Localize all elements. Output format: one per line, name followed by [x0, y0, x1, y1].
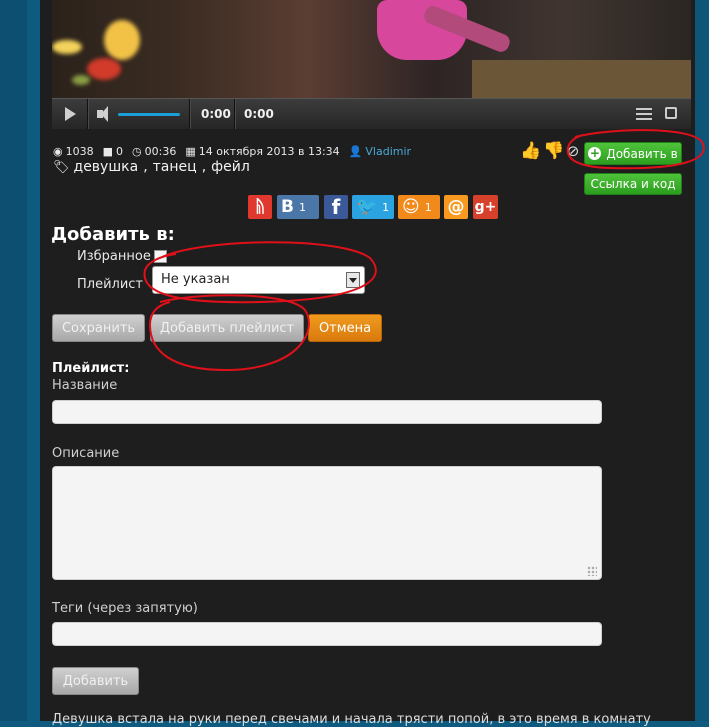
comments-count: ■ 0 [103, 145, 123, 158]
fullscreen-icon[interactable] [665, 107, 677, 119]
volume-slider[interactable] [118, 113, 180, 116]
odnoklassniki-icon: ☺ [402, 197, 420, 217]
like-icon[interactable]: 👍 [520, 141, 541, 161]
page-background-left [0, 0, 27, 721]
tag-link[interactable]: девушка [74, 159, 139, 175]
link-and-code-label: Ссылка и код [590, 177, 676, 191]
add-to-title: Добавить в: [51, 224, 175, 245]
tag-link[interactable]: фейл [211, 159, 250, 175]
share-odnoklassniki-button[interactable]: ☺ 1 [398, 195, 440, 219]
clock-icon: ◷ [132, 144, 142, 158]
time-current: 0:00 [201, 107, 231, 121]
twitter-icon: 🐦 [356, 197, 378, 217]
calendar-icon: ▦ [185, 144, 196, 158]
author: 👤 Vladimir [349, 145, 411, 158]
views-value: 1038 [65, 144, 94, 158]
duration-value: 00:36 [144, 144, 177, 158]
video-candle-light [72, 75, 90, 85]
author-link[interactable]: Vladimir [365, 145, 411, 158]
vk-icon: B [281, 197, 294, 217]
playlist-menu-icon[interactable] [636, 108, 652, 120]
add-playlist-submit-button[interactable]: Добавить [52, 667, 139, 695]
eye-icon: ◉ [53, 144, 63, 158]
playlist-selected-value: Не указан [161, 272, 230, 287]
video-floor-mat [472, 60, 691, 98]
playlist-description-label: Описание [52, 446, 120, 461]
moymir-icon: ᚥ [254, 197, 266, 217]
googleplus-icon: g+ [474, 199, 497, 215]
playlist-select[interactable]: Не указан [152, 266, 365, 294]
video-candle-light [104, 20, 140, 60]
at-icon: @ [447, 197, 465, 217]
twitter-count: 1 [382, 200, 390, 214]
playlist-description-textarea[interactable] [52, 466, 602, 580]
play-icon [64, 107, 76, 121]
report-icon[interactable]: ⊘ [563, 141, 583, 161]
video-description: Девушка встала на руки перед свечами и н… [52, 712, 651, 727]
share-moymir-button[interactable]: ᚥ [248, 195, 272, 219]
favorites-label: Избранное [77, 249, 151, 264]
chevron-down-icon [346, 272, 360, 288]
user-icon: 👤 [348, 144, 363, 158]
upload-date: ▦ 14 октября 2013 в 13:34 [185, 145, 339, 158]
ok-count: 1 [424, 200, 432, 214]
date-value: 14 октября 2013 в 13:34 [198, 144, 340, 158]
share-mail-button[interactable]: @ [444, 195, 468, 219]
link-and-code-button[interactable]: Ссылка и код [584, 173, 682, 195]
duration: ◷ 00:36 [132, 145, 176, 158]
play-button[interactable] [58, 99, 82, 129]
page-background-right [695, 0, 709, 721]
views-count: ◉ 1038 [53, 145, 94, 158]
control-separator [234, 99, 236, 129]
facebook-icon: f [331, 195, 341, 219]
tags-icon: 🏷 [53, 159, 70, 175]
share-vk-button[interactable]: B1 [277, 195, 319, 219]
time-total: 0:00 [244, 107, 274, 121]
add-to-label: Добавить в [606, 146, 678, 161]
volume-button[interactable] [90, 99, 110, 129]
playlist-name-input[interactable] [52, 400, 602, 424]
resize-grip-icon[interactable] [587, 566, 597, 576]
vk-count: 1 [298, 200, 306, 214]
favorites-checkbox[interactable] [154, 250, 167, 263]
control-separator [189, 99, 191, 129]
control-separator [87, 99, 89, 129]
comment-icon: ■ [102, 144, 114, 158]
playlist-form-heading: Плейлист: [52, 361, 130, 376]
dislike-icon[interactable]: 👎 [543, 141, 564, 161]
share-twitter-button[interactable]: 🐦 1 [352, 195, 394, 219]
video-candle-light [52, 40, 82, 54]
video-control-bar: 0:00 0:00 [52, 98, 691, 129]
add-playlist-button[interactable]: Добавить плейлист [150, 314, 304, 342]
tag-link[interactable]: танец [153, 159, 197, 175]
speaker-icon [97, 106, 108, 122]
video-frame[interactable] [52, 0, 691, 98]
playlist-label: Плейлист [77, 277, 144, 292]
playlist-name-label: Название [52, 378, 118, 393]
cancel-button[interactable]: Отмена [308, 314, 382, 342]
share-facebook-button[interactable]: f [324, 195, 348, 219]
plus-circle-icon: + [588, 146, 602, 160]
video-candle-light [87, 58, 121, 80]
share-googleplus-button[interactable]: g+ [473, 195, 498, 219]
playlist-tags-label: Теги (через запятую) [52, 601, 198, 616]
video-meta-row: ◉ 1038 ■ 0 ◷ 00:36 ▦ 14 октября 2013 в 1… [53, 143, 420, 159]
save-button[interactable]: Сохранить [52, 314, 145, 342]
tag-list: 🏷 девушка, танец, фейл [53, 159, 250, 175]
playlist-tags-input[interactable] [52, 622, 602, 646]
add-to-button[interactable]: + Добавить в [584, 142, 682, 165]
comments-value: 0 [116, 144, 124, 158]
